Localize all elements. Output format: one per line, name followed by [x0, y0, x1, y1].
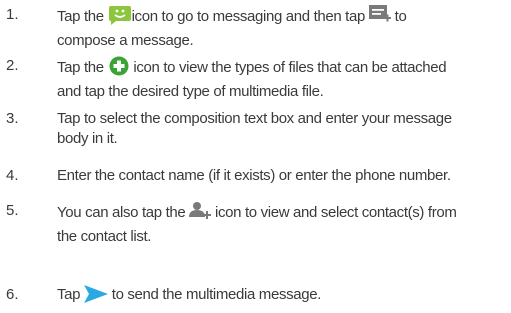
step-text: You can also tap the icon to view and se… — [57, 201, 507, 247]
step-text: Tap to send the multimedia message. — [57, 285, 507, 309]
add-contact-icon — [189, 201, 212, 227]
step-text: Tap to select the composition text box a… — [57, 110, 452, 147]
step-number: 3. — [6, 110, 19, 127]
attach-plus-icon — [108, 56, 130, 82]
step-number: 5. — [6, 202, 19, 219]
step-text: Tap the icon to go to messaging and then… — [57, 5, 507, 51]
instructions-page: { "steps": [ { "number": "1.", "parts": … — [0, 0, 511, 313]
compose-message-icon — [368, 5, 391, 31]
step-number: 2. — [6, 57, 19, 74]
step-number: 6. — [6, 286, 19, 303]
step-text: Enter the contact name (if it exists) or… — [57, 167, 451, 184]
step-text: Tap the icon to view the types of files … — [57, 56, 507, 102]
messaging-app-icon — [108, 5, 132, 31]
step-number: 4. — [6, 167, 19, 184]
step-number: 1. — [6, 6, 19, 23]
send-arrow-icon — [83, 285, 108, 309]
